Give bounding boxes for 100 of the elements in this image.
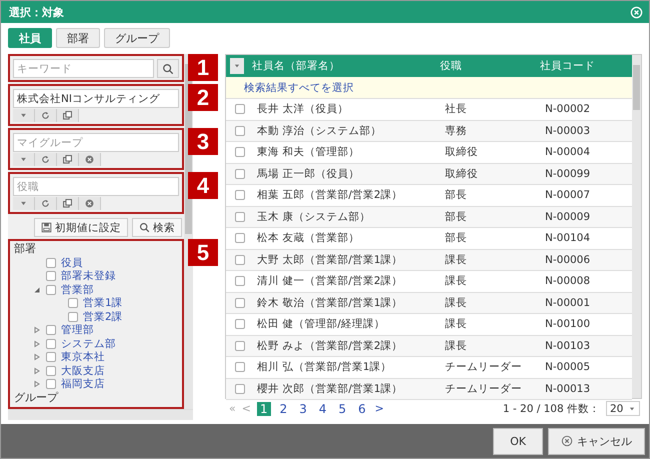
table-cell-text: 課長 — [445, 338, 468, 353]
scrollbar[interactable] — [8, 409, 193, 420]
checkbox[interactable] — [46, 379, 56, 390]
tab[interactable]: グループ — [104, 28, 170, 48]
table-cell-text: 鈴木 敬治（営業部/営業1課） — [257, 296, 404, 310]
page-link[interactable]: 1 — [256, 402, 271, 416]
table-cell-text: N-00006 — [545, 254, 592, 266]
checkbox[interactable] — [235, 340, 245, 351]
page-link[interactable]: 6 — [355, 402, 369, 416]
column-header: 社員名（部署名） — [252, 59, 341, 73]
copy-icon — [62, 154, 73, 165]
tree-item[interactable]: 部署未登録 — [61, 269, 116, 284]
table-cell-text: N-00009 — [545, 210, 592, 223]
tree-item[interactable]: 東京本社 — [61, 350, 105, 364]
refresh-button[interactable] — [35, 197, 57, 210]
checkbox[interactable] — [46, 271, 56, 282]
checkbox[interactable] — [235, 190, 245, 200]
caret-button[interactable] — [13, 153, 35, 166]
input-field[interactable]: 株式会社NIコンサルティング — [13, 89, 179, 108]
tree-item[interactable]: 営業2課 — [83, 310, 123, 324]
collapsed-arrow-icon[interactable] — [33, 340, 41, 348]
refresh-icon — [40, 154, 51, 165]
checkbox[interactable] — [68, 312, 78, 322]
checkbox[interactable] — [235, 126, 245, 136]
checkbox[interactable] — [46, 258, 56, 268]
table-cell-text: 課長 — [445, 252, 468, 267]
tree-item[interactable]: 大阪支店 — [61, 364, 105, 378]
checkbox[interactable] — [46, 366, 56, 376]
tree-item[interactable]: 福岡支店 — [61, 377, 105, 392]
checkbox[interactable] — [235, 362, 245, 372]
checkbox[interactable] — [235, 147, 245, 158]
refresh-icon — [40, 198, 51, 209]
table-cell-text: 社長 — [445, 102, 468, 116]
ok-button[interactable]: OK — [493, 428, 543, 454]
checkbox[interactable] — [235, 104, 245, 114]
table-cell-text: N-00099 — [545, 168, 592, 180]
checkbox[interactable] — [235, 319, 245, 330]
refresh-button[interactable] — [35, 109, 57, 122]
select-all-link[interactable]: 検索結果すべてを選択 — [244, 80, 354, 94]
next-page-link[interactable]: > — [374, 402, 384, 415]
tree-item[interactable]: 管理部 — [61, 323, 94, 338]
checkbox[interactable] — [235, 384, 245, 394]
scrollbar[interactable] — [632, 55, 641, 398]
collapsed-arrow-icon[interactable] — [33, 366, 41, 375]
copy-button[interactable] — [57, 109, 79, 122]
search-button[interactable] — [157, 59, 179, 78]
table-cell-text: チームリーダー — [445, 360, 523, 374]
table-cell-text: 東海 和夫（管理部） — [257, 145, 360, 160]
table-cell-text: N-00003 — [545, 124, 592, 137]
checkbox[interactable] — [46, 338, 56, 349]
collapsed-arrow-icon[interactable] — [33, 353, 41, 362]
copy-button[interactable] — [57, 197, 79, 210]
search-button[interactable]: 検索 — [132, 218, 182, 237]
checkbox[interactable] — [235, 254, 245, 265]
tree-item[interactable]: システム部 — [61, 336, 116, 351]
cancel-button[interactable]: キャンセル — [548, 428, 645, 454]
collapsed-arrow-icon[interactable] — [33, 326, 41, 334]
table-cell-text: N-00008 — [545, 275, 592, 288]
tab[interactable]: 部署 — [56, 28, 100, 48]
clear-button[interactable] — [79, 153, 101, 166]
set-default-button[interactable]: 初期値に設定 — [34, 218, 128, 237]
table-cell-text: 相葉 五郎（営業部/営業2課） — [257, 188, 404, 202]
clear-button[interactable] — [79, 197, 101, 210]
tree-item[interactable]: 役員 — [61, 256, 83, 270]
table-cell-text: 松田 健（管理部/経理課） — [257, 317, 386, 332]
checkbox[interactable] — [235, 168, 245, 179]
page-link[interactable]: 4 — [316, 402, 330, 416]
clear-icon — [84, 154, 95, 165]
checkbox[interactable] — [235, 233, 245, 244]
table-cell-text: 松野 みよ（営業部/営業2課） — [257, 338, 404, 353]
select-menu-button[interactable] — [230, 58, 244, 74]
table-cell-text: 取締役 — [445, 166, 479, 181]
table-cell-text: N-00104 — [545, 232, 592, 244]
copy-button[interactable] — [57, 153, 79, 166]
page-summary: 1 - 20 / 108 件数： — [502, 402, 600, 416]
checkbox[interactable] — [235, 276, 245, 286]
tree-item[interactable]: 営業1課 — [83, 296, 123, 310]
caret-button[interactable] — [13, 109, 35, 122]
checkbox[interactable] — [68, 298, 78, 308]
page-link[interactable]: 5 — [336, 402, 350, 416]
checkbox[interactable] — [235, 212, 245, 222]
expanded-arrow-icon[interactable] — [33, 286, 41, 294]
tree-item[interactable]: 営業部 — [61, 282, 94, 297]
page-size-select[interactable]: 20 — [606, 401, 640, 416]
table-cell-text: 課長 — [445, 296, 468, 310]
checkbox[interactable] — [46, 325, 56, 336]
checkbox[interactable] — [46, 352, 56, 362]
table-cell-text: 相川 弘（営業部/営業1課） — [257, 360, 393, 374]
refresh-button[interactable] — [35, 153, 57, 166]
tree-heading: グループ — [14, 391, 60, 405]
close-icon[interactable] — [630, 6, 643, 18]
collapsed-arrow-icon[interactable] — [33, 380, 41, 388]
page-link[interactable]: 2 — [276, 402, 290, 416]
search-icon — [139, 222, 150, 233]
checkbox[interactable] — [46, 284, 56, 295]
tab[interactable]: 社員 — [8, 28, 52, 48]
page-link[interactable]: 3 — [296, 402, 310, 416]
table-cell-text: 本動 淳治（システム部） — [257, 124, 382, 138]
checkbox[interactable] — [235, 298, 245, 308]
caret-button[interactable] — [13, 197, 35, 210]
